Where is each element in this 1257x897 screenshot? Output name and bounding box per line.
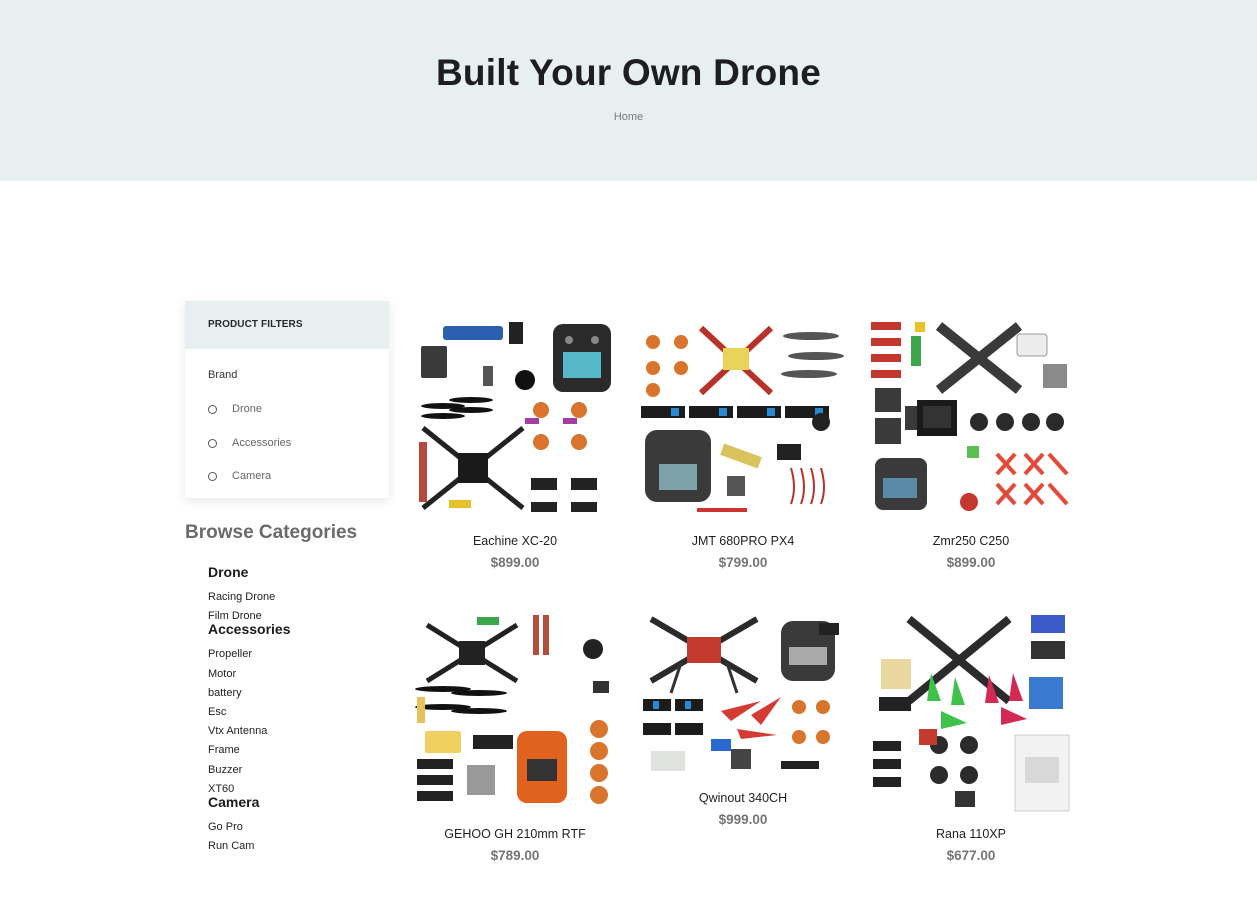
product-price: $677.00 [946,848,996,863]
product-card-zmr250-c250[interactable]: Zmr250 C250 $899.00 [869,318,1073,570]
category-link-buzzer[interactable]: Buzzer [208,761,378,780]
product-price: $789.00 [490,848,540,863]
product-filters-panel: PRODUCT FILTERS Brand Drone Accessories … [185,301,389,498]
radio-icon[interactable] [208,471,217,481]
product-image[interactable] [413,611,617,814]
filter-group-brand: Brand [208,369,238,381]
category-link-racing-drone[interactable]: Racing Drone [208,588,378,607]
product-name[interactable]: JMT 680PRO PX4 [641,534,845,548]
category-link-run-cam[interactable]: Run Cam [208,837,378,856]
product-card-gehoo-gh-210mm-rtf[interactable]: GEHOO GH 210mm RTF $789.00 [413,611,617,863]
product-filters-heading: PRODUCT FILTERS [185,301,389,349]
product-card-qwinout-340ch[interactable]: Qwinout 340CH $999.00 [641,611,845,827]
filter-option-label: Camera [232,470,272,482]
category-link-vtx-antenna[interactable]: Vtx Antenna [208,722,378,741]
page-hero: Built Your Own Drone Home [0,0,1257,181]
browse-categories-title: Browse Categories [185,522,358,543]
category-link-esc[interactable]: Esc [208,703,378,722]
product-name[interactable]: Zmr250 C250 [869,534,1073,548]
category-link-go-pro[interactable]: Go Pro [208,818,378,837]
product-card-rana-110xp[interactable]: Rana 110XP $677.00 [869,611,1073,863]
product-price: $999.00 [718,812,768,827]
product-price: $899.00 [946,555,996,570]
category-heading-camera[interactable]: Camera [208,793,378,812]
radio-icon[interactable] [208,438,217,448]
filter-option-camera[interactable]: Camera [208,469,271,483]
category-link-propeller[interactable]: Propeller [208,645,378,664]
filter-option-label: Drone [232,403,262,415]
category-heading-accessories[interactable]: Accessories [208,620,378,639]
product-name[interactable]: Eachine XC-20 [413,534,617,548]
radio-icon[interactable] [208,404,217,414]
product-image[interactable] [641,611,845,779]
product-name[interactable]: Rana 110XP [869,827,1073,841]
product-card-jmt-680pro-px4[interactable]: JMT 680PRO PX4 $799.00 [641,318,845,570]
page-title: Built Your Own Drone [436,52,821,93]
breadcrumb-home-link[interactable]: Home [0,111,1257,123]
category-link-frame[interactable]: Frame [208,741,378,760]
product-card-eachine-xc-20[interactable]: Eachine XC-20 $899.00 [413,318,617,570]
product-name[interactable]: GEHOO GH 210mm RTF [413,827,617,841]
product-image[interactable] [869,611,1073,814]
category-list: Drone Racing Drone Film Drone Accessorie… [208,563,378,856]
category-heading-drone[interactable]: Drone [208,563,378,582]
product-image[interactable] [413,318,617,514]
product-price: $899.00 [490,555,540,570]
filter-option-drone[interactable]: Drone [208,402,262,416]
product-price: $799.00 [718,555,768,570]
product-name[interactable]: Qwinout 340CH [641,791,845,805]
product-image[interactable] [869,318,1073,514]
product-image[interactable] [641,318,845,514]
category-link-battery[interactable]: battery [208,684,378,703]
filter-option-accessories[interactable]: Accessories [208,436,291,450]
filter-option-label: Accessories [232,437,292,449]
category-link-motor[interactable]: Motor [208,665,378,684]
